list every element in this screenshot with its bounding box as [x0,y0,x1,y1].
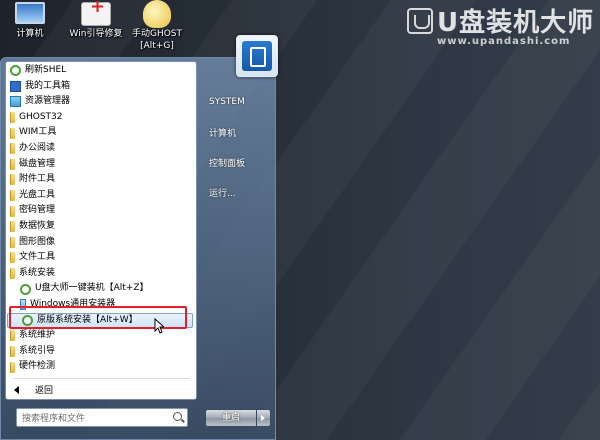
desktop-icon-label: 手动GHOST [131,29,183,39]
folder-icon [10,252,15,264]
search-placeholder: 搜索程序和文件 [22,414,86,424]
restart-button[interactable]: 重启 [205,409,257,427]
folder-icon [10,236,15,248]
program-item[interactable]: 系统引导 [6,344,196,360]
program-item[interactable]: U盘大师一键装机【Alt+Z】 [6,281,196,297]
watermark: U盘装机大师 www.upandashi.com [407,2,597,47]
program-label: 图形图像 [19,236,56,247]
program-item[interactable]: 数据恢复 [6,219,196,235]
right-item-computer[interactable]: 计算机 [209,126,236,139]
program-label: 文件工具 [19,252,56,263]
search-icon[interactable] [173,412,182,421]
program-label: WIM工具 [19,127,57,138]
program-item[interactable]: 办公阅读 [6,141,196,157]
program-label: 系统安装 [19,267,56,278]
right-item-system[interactable]: SYSTEM [209,97,245,107]
program-item[interactable]: 光盘工具 [6,188,196,204]
back-label: 返回 [35,386,54,397]
desktop-icon-computer[interactable]: 计算机 [0,0,60,40]
program-label: 密码管理 [19,205,56,216]
folder-icon [10,174,15,186]
search-input[interactable]: 搜索程序和文件 [16,408,188,427]
folder-icon [10,221,15,233]
back-button[interactable]: 返回 [6,382,196,398]
program-item[interactable]: 我的工具箱 [6,79,196,95]
user-picture[interactable] [236,35,278,77]
program-item[interactable]: 系统安装 [6,266,196,282]
program-label: 硬件检测 [19,361,56,372]
folder-icon [10,112,15,124]
program-label: 系统维护 [19,330,56,341]
brand-logo-icon [407,7,433,34]
program-label: 我的工具箱 [25,80,71,91]
divider [12,377,190,379]
toolbox-icon [10,80,21,92]
mouse-cursor-icon [154,318,164,334]
folder-icon [10,143,15,155]
program-label: GHOST32 [19,111,63,122]
program-item[interactable]: 刷新SHEL [6,63,196,79]
folder-icon [10,158,15,170]
program-item[interactable]: 资源管理器 [6,94,196,110]
program-item[interactable]: WIM工具 [6,125,196,141]
desktop-icon-hotkey: [Alt+G] [140,41,174,51]
program-item[interactable]: GHOST32 [6,110,196,126]
program-item[interactable]: 密码管理 [6,203,196,219]
program-label: 系统引导 [19,345,56,356]
programs-pane: 刷新SHEL 我的工具箱资源管理器 GHOST32 WIM工具办公阅读磁盘管理附件工具… [5,61,197,400]
ghost-icon [143,0,171,28]
program-label: 光盘工具 [19,189,56,200]
computer-icon [15,2,45,24]
shutdown-group: 重启 [205,409,271,427]
back-arrow-icon [14,385,19,394]
right-item-control-panel[interactable]: 控制面板 [209,156,245,169]
program-label: 附件工具 [19,174,56,185]
first-aid-icon [81,1,111,26]
program-item[interactable]: 文件工具 [6,250,196,266]
watermark-title: U盘装机大师 [437,8,595,38]
program-label: 资源管理器 [25,96,71,107]
usb-drive-icon [242,41,272,71]
folder-icon [10,361,15,373]
folder-icon [10,345,15,357]
refresh-icon [10,65,21,77]
desktop-icon-manual-ghost[interactable]: 手动GHOST [Alt+G] [122,0,192,52]
program-label: 数据恢复 [19,220,56,231]
program-label: 办公阅读 [19,142,56,153]
refresh-icon [20,283,31,295]
explorer-icon [10,96,21,108]
program-label: 刷新SHEL [25,65,67,75]
program-label: U盘大师一键装机【Alt+Z】 [35,283,149,294]
shutdown-options-button[interactable] [257,409,271,427]
program-item[interactable]: 磁盘管理 [6,157,196,173]
program-label: 磁盘管理 [19,158,56,169]
folder-icon [10,268,15,280]
program-item[interactable]: 系统维护 [6,328,196,344]
program-item[interactable]: 硬件检测 [6,359,196,375]
folder-icon [10,127,15,139]
folder-icon [10,205,15,217]
desktop-icon-label: 计算机 [16,29,44,39]
program-item[interactable]: 附件工具 [6,172,196,188]
folder-icon [10,190,15,202]
right-item-run[interactable]: 运行... [209,186,236,199]
program-item[interactable]: 图形图像 [6,235,196,251]
folder-icon [10,330,15,342]
